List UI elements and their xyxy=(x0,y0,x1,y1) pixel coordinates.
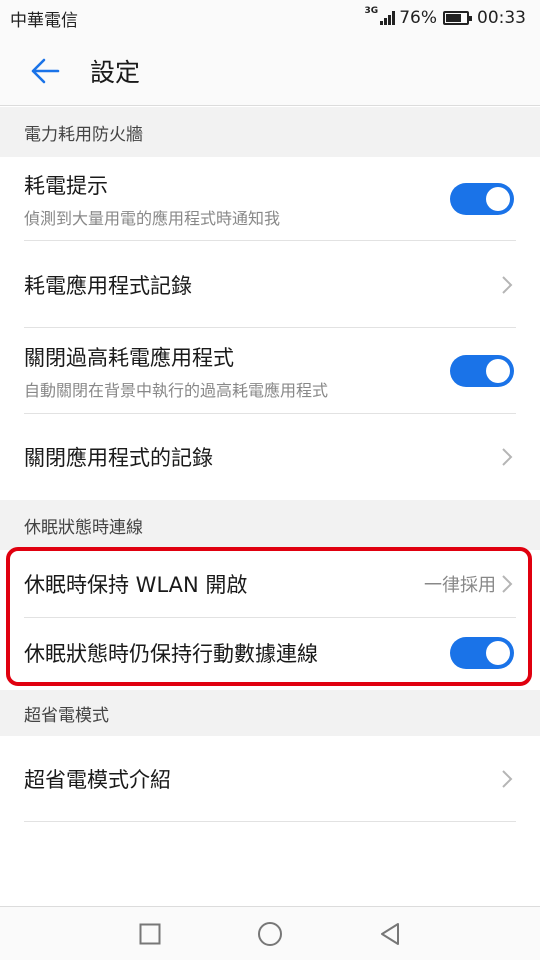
home-circle-icon xyxy=(258,921,282,946)
signal-strength-icon xyxy=(380,11,396,25)
recents-button[interactable] xyxy=(137,921,163,947)
chevron-right-icon xyxy=(502,575,513,593)
setting-value: 一律採用 xyxy=(424,575,496,596)
arrow-back-icon xyxy=(31,58,60,83)
setting-row-mobile-data-during-sleep[interactable]: 休眠狀態時仍保持行動數據連線 xyxy=(0,618,540,688)
chevron-right-icon xyxy=(502,275,513,294)
mobile-data-sleep-toggle[interactable] xyxy=(450,637,514,669)
network-type-label: 3G xyxy=(364,6,379,16)
back-triangle-icon xyxy=(381,922,399,945)
setting-row-power-alert[interactable]: 耗電提示 偵測到大量用電的應用程式時通知我 xyxy=(0,157,540,241)
section-header-ultra-power-saving: 超省電模式 xyxy=(0,690,540,736)
status-icons: 3G 76% 00:33 xyxy=(364,6,526,28)
setting-subtitle: 自動關閉在背景中執行的過高耗電應用程式 xyxy=(24,380,329,400)
setting-title: 休眠時保持 WLAN 開啟 xyxy=(24,573,248,597)
clock: 00:33 xyxy=(477,8,526,28)
navigation-bar xyxy=(0,906,540,960)
setting-title: 關閉過高耗電應用程式 xyxy=(24,345,234,370)
toggle-knob xyxy=(486,641,510,665)
setting-title: 休眠狀態時仍保持行動數據連線 xyxy=(24,642,318,666)
recents-square-icon xyxy=(139,923,161,944)
setting-title: 超省電模式介紹 xyxy=(24,768,171,792)
setting-row-ultra-power-saving-intro[interactable]: 超省電模式介紹 xyxy=(0,736,540,822)
status-bar: 中華電信 3G 76% 00:33 xyxy=(0,0,540,36)
battery-icon xyxy=(443,11,472,25)
divider xyxy=(24,821,516,822)
chevron-right-icon xyxy=(502,448,513,466)
section-header-sleep-connection: 休眠狀態時連線 xyxy=(0,500,540,550)
home-button[interactable] xyxy=(257,921,283,947)
setting-title: 耗電提示 xyxy=(24,173,108,198)
close-high-power-apps-toggle[interactable] xyxy=(450,355,514,387)
battery-percent: 76% xyxy=(399,8,437,28)
chevron-right-icon xyxy=(502,770,513,788)
setting-row-wlan-during-sleep[interactable]: 休眠時保持 WLAN 開啟 一律採用 xyxy=(0,550,540,618)
back-button[interactable] xyxy=(0,36,90,106)
setting-row-close-high-power-apps[interactable]: 關閉過高耗電應用程式 自動關閉在背景中執行的過高耗電應用程式 xyxy=(0,328,540,414)
section-header-power-firewall: 電力耗用防火牆 xyxy=(0,107,540,157)
app-bar: 設定 xyxy=(0,36,540,106)
setting-title: 關閉應用程式的記錄 xyxy=(24,446,213,470)
power-alert-toggle[interactable] xyxy=(450,183,514,215)
setting-row-closed-apps-log[interactable]: 關閉應用程式的記錄 xyxy=(0,414,540,500)
page-title: 設定 xyxy=(90,57,141,87)
toggle-knob xyxy=(486,187,510,211)
setting-row-power-app-log[interactable]: 耗電應用程式記錄 xyxy=(0,241,540,328)
setting-title: 耗電應用程式記錄 xyxy=(24,273,192,298)
setting-subtitle: 偵測到大量用電的應用程式時通知我 xyxy=(24,208,281,228)
system-back-button[interactable] xyxy=(377,921,403,947)
carrier-name: 中華電信 xyxy=(10,10,78,31)
toggle-knob xyxy=(486,359,510,383)
